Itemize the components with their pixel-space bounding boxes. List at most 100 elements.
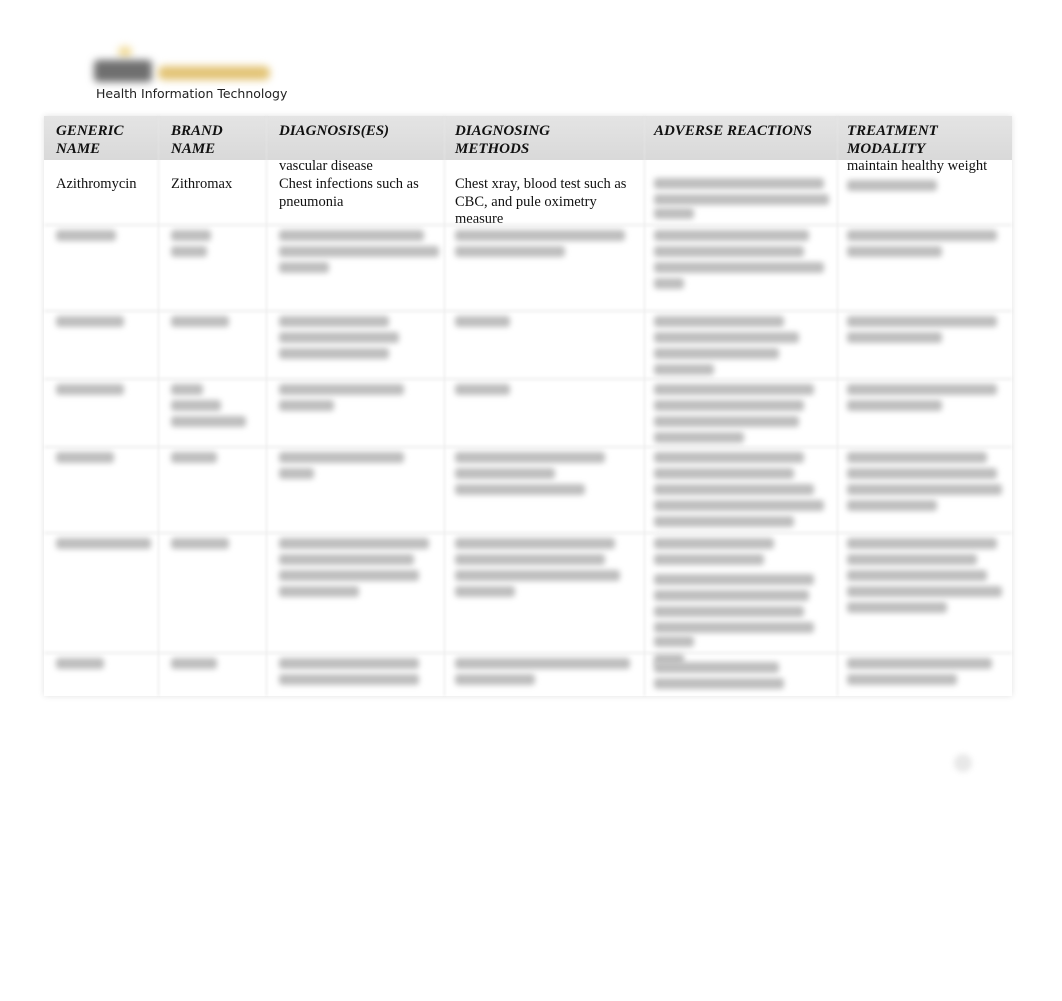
blurred-text-line bbox=[171, 400, 221, 411]
blurred-text-line bbox=[279, 570, 419, 581]
blurred-text-line bbox=[847, 452, 987, 463]
blurred-text-line bbox=[171, 416, 246, 427]
blurred-text-line bbox=[279, 586, 359, 597]
blurred-text-line bbox=[171, 316, 229, 327]
blurred-text-line bbox=[279, 230, 424, 241]
blurred-text-line bbox=[654, 678, 784, 689]
blurred-text-line bbox=[654, 384, 814, 395]
blurred-text-line bbox=[654, 278, 684, 289]
blurred-text-line bbox=[654, 468, 794, 479]
blurred-text-line bbox=[455, 468, 555, 479]
blurred-text-line bbox=[455, 452, 605, 463]
logo-spark bbox=[118, 46, 132, 58]
blurred-text-line bbox=[56, 452, 114, 463]
blurred-text-line bbox=[171, 538, 229, 549]
blurred-text-line bbox=[847, 230, 997, 241]
column-divider bbox=[444, 116, 445, 696]
blurred-text-line bbox=[279, 538, 429, 549]
blurred-text-line bbox=[654, 400, 804, 411]
blurred-text-line bbox=[279, 384, 404, 395]
row-divider bbox=[44, 224, 1012, 226]
blurred-text-line bbox=[654, 636, 694, 647]
blurred-text-line bbox=[455, 484, 585, 495]
blurred-text-line bbox=[847, 674, 957, 685]
blurred-text-line bbox=[279, 658, 419, 669]
blurred-text-line bbox=[654, 538, 774, 549]
blurred-text-line bbox=[654, 262, 824, 273]
blurred-text-line bbox=[455, 554, 605, 565]
blurred-text-line bbox=[847, 602, 947, 613]
diagnosis-overflow-text: vascular disease bbox=[279, 158, 373, 174]
blurred-text-line bbox=[56, 658, 104, 669]
blurred-text-line bbox=[279, 452, 404, 463]
blurred-text-line bbox=[847, 332, 942, 343]
blurred-text-line bbox=[654, 574, 814, 585]
blurred-text-line bbox=[847, 538, 997, 549]
blurred-text-line bbox=[654, 316, 784, 327]
blurred-text-line bbox=[654, 554, 764, 565]
blurred-text-line bbox=[455, 316, 510, 327]
blurred-text-line bbox=[654, 590, 809, 601]
column-header-generic-name: GENERIC NAME bbox=[56, 123, 124, 157]
blurred-text-line bbox=[56, 230, 116, 241]
blurred-text-line bbox=[455, 658, 630, 669]
institution-logo-icon bbox=[90, 44, 280, 88]
blurred-text-line bbox=[279, 348, 389, 359]
blurred-text-line bbox=[279, 674, 419, 685]
column-divider bbox=[266, 116, 267, 696]
blurred-text-line bbox=[847, 484, 1002, 495]
column-header-adverse-reactions: ADVERSE REACTIONS bbox=[654, 123, 812, 139]
blurred-text-line bbox=[847, 570, 987, 581]
blurred-text-line bbox=[171, 246, 207, 257]
blurred-text-line bbox=[654, 432, 744, 443]
blurred-text-line bbox=[847, 246, 942, 257]
row-divider bbox=[44, 652, 1012, 654]
blurred-text-line bbox=[847, 554, 977, 565]
blurred-text-line bbox=[455, 570, 620, 581]
blurred-text-line bbox=[279, 400, 334, 411]
organization-name: Health Information Technology bbox=[96, 86, 288, 101]
blurred-text-line bbox=[847, 658, 992, 669]
blurred-text-line bbox=[171, 384, 203, 395]
blurred-text-line bbox=[654, 622, 814, 633]
blurred-text-line bbox=[654, 364, 714, 375]
cell-treatment-blurred bbox=[847, 180, 937, 191]
blurred-text-line bbox=[847, 586, 1002, 597]
blurred-text-line bbox=[279, 332, 399, 343]
blurred-text-line bbox=[847, 500, 937, 511]
blurred-text-line bbox=[455, 674, 535, 685]
blurred-text-line bbox=[847, 468, 997, 479]
blurred-text-line bbox=[654, 606, 804, 617]
blurred-text-line bbox=[455, 230, 625, 241]
blurred-text-line bbox=[279, 246, 439, 257]
blurred-text-line bbox=[654, 230, 809, 241]
row-divider bbox=[44, 532, 1012, 534]
blurred-text-line bbox=[847, 316, 997, 327]
row-divider bbox=[44, 446, 1012, 448]
blurred-text-line bbox=[455, 384, 510, 395]
blurred-text-line bbox=[279, 316, 389, 327]
column-divider bbox=[644, 116, 645, 696]
drug-table: GENERIC NAME BRAND NAME DIAGNOSIS(ES) DI… bbox=[44, 116, 1012, 696]
blurred-text-line bbox=[654, 484, 814, 495]
blurred-text-line bbox=[171, 230, 211, 241]
cell-brand-name: Zithromax bbox=[171, 176, 233, 192]
row-divider bbox=[44, 378, 1012, 380]
column-header-brand-name: BRAND NAME bbox=[171, 123, 223, 157]
blurred-text-line bbox=[171, 452, 217, 463]
blurred-text-line bbox=[654, 516, 794, 527]
blurred-text-line bbox=[654, 500, 824, 511]
page-number-icon bbox=[954, 754, 972, 772]
blurred-text-line bbox=[654, 452, 804, 463]
blurred-text-line bbox=[56, 538, 151, 549]
blurred-text-line bbox=[654, 348, 779, 359]
logo-wordmark bbox=[158, 66, 270, 80]
logo-emblem bbox=[94, 60, 152, 82]
blurred-text-line bbox=[455, 586, 515, 597]
column-header-treatment-modality: TREATMENT MODALITY bbox=[847, 123, 938, 157]
row-divider bbox=[44, 310, 1012, 312]
blurred-text-line bbox=[455, 246, 565, 257]
blurred-text-line bbox=[279, 262, 329, 273]
blurred-text-line bbox=[56, 316, 124, 327]
treatment-overflow-text: maintain healthy weight bbox=[847, 158, 988, 174]
